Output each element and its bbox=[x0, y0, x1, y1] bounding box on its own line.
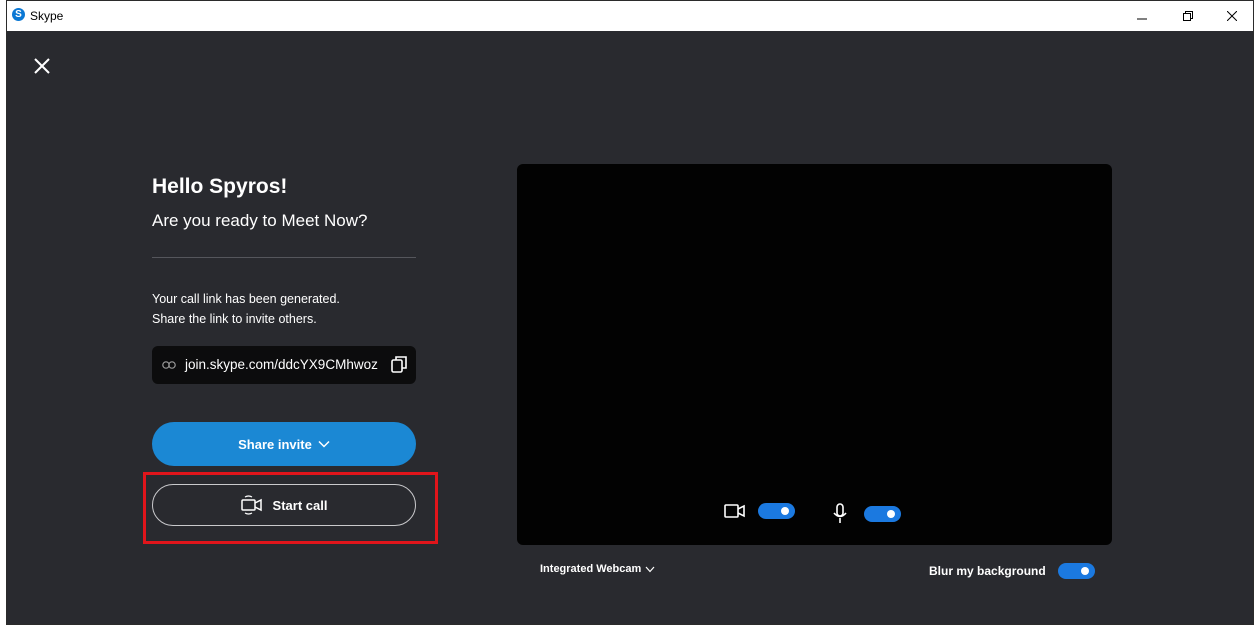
toggle-knob bbox=[1080, 567, 1089, 575]
share-invite-button[interactable]: Share invite bbox=[152, 422, 416, 466]
close-icon bbox=[1227, 11, 1237, 21]
webcam-label: Integrated Webcam bbox=[540, 563, 642, 575]
link-message-line1: Your call link has been generated. bbox=[152, 292, 340, 306]
camera-control bbox=[724, 503, 795, 519]
chevron-down-icon bbox=[318, 440, 330, 448]
greeting-subtitle: Are you ready to Meet Now? bbox=[152, 211, 368, 230]
copy-icon bbox=[391, 356, 407, 373]
webcam-selector[interactable]: Integrated Webcam bbox=[540, 563, 655, 575]
link-icon bbox=[162, 358, 176, 376]
start-call-label: Start call bbox=[272, 497, 328, 513]
video-preview bbox=[517, 164, 1112, 545]
camera-toggle[interactable] bbox=[758, 503, 795, 519]
link-message-line2: Share the link to invite others. bbox=[152, 312, 317, 326]
greeting-title: Hello Spyros! bbox=[152, 175, 288, 198]
chevron-down-icon bbox=[645, 566, 655, 572]
microphone-icon bbox=[833, 503, 847, 523]
window-close-button[interactable] bbox=[1209, 1, 1255, 31]
call-link-box[interactable]: join.skype.com/ddcYX9CMhwoz bbox=[152, 346, 416, 384]
microphone-toggle[interactable] bbox=[864, 506, 901, 522]
video-call-icon bbox=[240, 495, 262, 515]
blur-background-label: Blur my background bbox=[929, 564, 1046, 578]
copy-link-button[interactable] bbox=[390, 355, 408, 380]
close-icon bbox=[34, 58, 50, 74]
toggle-knob bbox=[887, 510, 895, 518]
minimize-icon bbox=[1137, 18, 1147, 20]
link-message: Your call link has been generated. Share… bbox=[152, 289, 340, 329]
window-title: Skype bbox=[30, 9, 64, 23]
skype-logo-icon: S bbox=[12, 8, 25, 21]
call-link-text[interactable]: join.skype.com/ddcYX9CMhwoz bbox=[185, 357, 378, 372]
blur-background-control: Blur my background bbox=[929, 563, 1095, 579]
toggle-knob bbox=[781, 507, 789, 515]
minimize-button[interactable] bbox=[1119, 1, 1165, 31]
restore-button[interactable] bbox=[1165, 1, 1211, 31]
camera-icon bbox=[724, 504, 745, 518]
close-meet-now-button[interactable] bbox=[29, 53, 55, 79]
blur-background-toggle[interactable] bbox=[1057, 563, 1095, 579]
title-bar: S Skype bbox=[7, 1, 1253, 31]
start-call-button[interactable]: Start call bbox=[152, 484, 416, 526]
divider bbox=[152, 257, 416, 258]
skype-window: S Skype Hello Spyros! Are you ready to M… bbox=[6, 0, 1254, 625]
share-invite-label: Share invite bbox=[238, 436, 312, 452]
restore-icon bbox=[1183, 11, 1193, 21]
microphone-control bbox=[832, 503, 901, 525]
